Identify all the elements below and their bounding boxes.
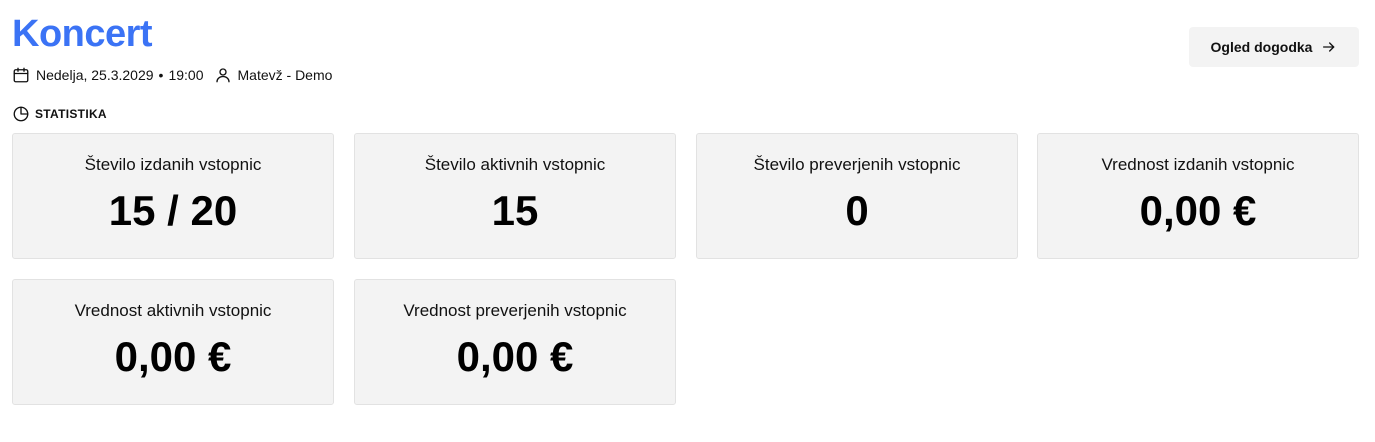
stat-card-value: 0 bbox=[845, 187, 869, 234]
stat-card-value: 15 / 20 bbox=[108, 187, 238, 234]
stat-card-value: 15 bbox=[491, 187, 539, 234]
stat-card-label: Vrednost aktivnih vstopnic bbox=[74, 301, 272, 320]
event-organizer: Matevž - Demo bbox=[237, 67, 333, 83]
stat-card-label: Število preverjenih vstopnic bbox=[753, 155, 961, 174]
statistics-label: STATISTIKA bbox=[35, 107, 107, 121]
stat-card-label: Število izdanih vstopnic bbox=[84, 155, 262, 174]
user-icon bbox=[214, 66, 232, 84]
stat-card-checked-tickets: Število preverjenih vstopnic 0 bbox=[696, 133, 1018, 259]
event-meta: Nedelja, 25.3.2029 • 19:00 Matevž - Demo bbox=[12, 64, 332, 86]
stat-card-value: 0,00 € bbox=[456, 333, 574, 380]
stat-card-active-value: Vrednost aktivnih vstopnic 0,00 € bbox=[12, 279, 334, 405]
view-event-label: Ogled dogodka bbox=[1210, 39, 1313, 55]
stat-card-issued-value: Vrednost izdanih vstopnic 0,00 € bbox=[1037, 133, 1359, 259]
stat-card-active-tickets: Število aktivnih vstopnic 15 bbox=[354, 133, 676, 259]
stat-card-checked-value: Vrednost preverjenih vstopnic 0,00 € bbox=[354, 279, 676, 405]
stat-card-label: Število aktivnih vstopnic bbox=[424, 155, 606, 174]
stat-card-label: Vrednost preverjenih vstopnic bbox=[403, 301, 627, 320]
arrow-right-icon bbox=[1321, 39, 1337, 55]
stat-card-label: Vrednost izdanih vstopnic bbox=[1101, 155, 1295, 174]
stat-card-value: 0,00 € bbox=[114, 333, 232, 380]
stat-card-value: 0,00 € bbox=[1139, 187, 1257, 234]
pie-chart-icon bbox=[12, 105, 30, 123]
event-page: Koncert Nedelja, 25.3.2029 • 19:00 Matev… bbox=[0, 0, 1375, 442]
view-event-button[interactable]: Ogled dogodka bbox=[1189, 27, 1359, 67]
event-date: Nedelja, 25.3.2029 bbox=[36, 67, 154, 83]
stat-card-issued-tickets: Število izdanih vstopnic 15 / 20 bbox=[12, 133, 334, 259]
statistics-heading: STATISTIKA bbox=[12, 104, 107, 124]
event-time: 19:00 bbox=[168, 67, 204, 83]
calendar-icon bbox=[12, 66, 30, 84]
page-title: Koncert bbox=[12, 13, 153, 55]
meta-separator: • bbox=[158, 67, 164, 83]
